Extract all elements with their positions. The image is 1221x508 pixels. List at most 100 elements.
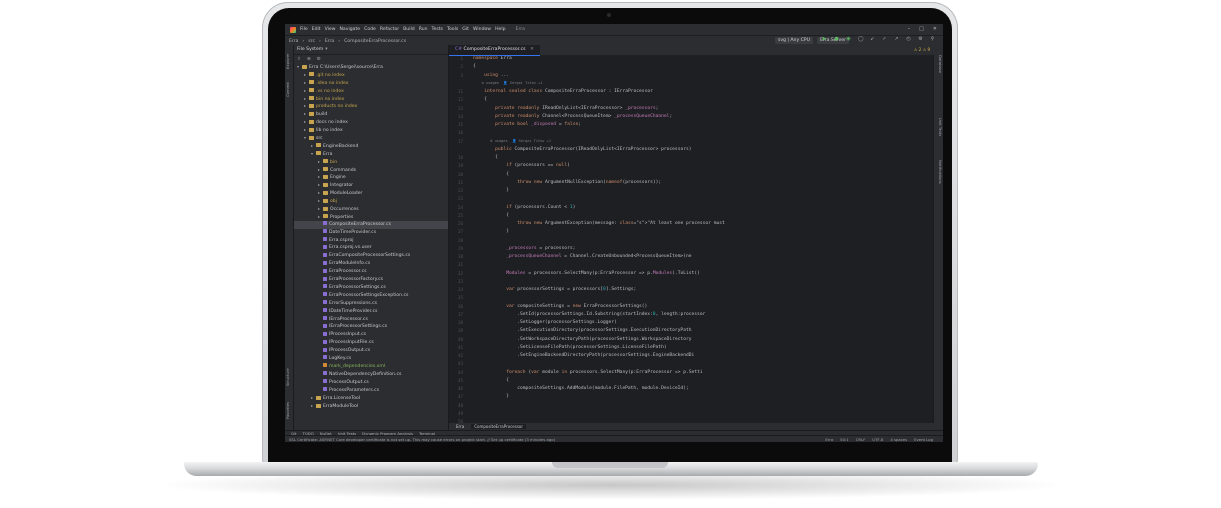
- status-caret[interactable]: 50:1: [840, 437, 849, 442]
- settings-icon[interactable]: ⚙: [918, 37, 923, 42]
- menu-git[interactable]: Git: [462, 27, 469, 32]
- tree-item[interactable]: ▸ products no index: [294, 102, 448, 110]
- commit-tool-button[interactable]: Commit: [285, 79, 293, 101]
- status-line-ending[interactable]: CRLF: [856, 437, 866, 442]
- tree-item[interactable]: ▸ bin no index: [294, 95, 448, 103]
- tree-item[interactable]: ▸ bin: [294, 158, 448, 166]
- history-icon[interactable]: ◴: [906, 37, 911, 42]
- explorer-tool-button[interactable]: Explorer: [285, 49, 293, 73]
- tree-item[interactable]: ProcessOutput.cs: [294, 379, 448, 387]
- tree-item[interactable]: IProcessInput.cs: [294, 331, 448, 339]
- tree-item[interactable]: ▸ build: [294, 110, 448, 118]
- tree-item[interactable]: ▸ .git no index: [294, 71, 448, 79]
- tree-item[interactable]: ▸ Erra.LicenseTool: [294, 394, 448, 402]
- search-icon[interactable]: ⚲: [930, 37, 935, 42]
- tree-item[interactable]: CompositeErraProcessor.cs: [294, 220, 448, 229]
- git-push-icon[interactable]: ↗: [894, 37, 899, 42]
- breadcrumb-project[interactable]: Erra: [325, 39, 334, 44]
- run-icon[interactable]: ▶: [822, 37, 827, 42]
- gear-icon[interactable]: ⚙: [317, 57, 321, 62]
- tree-item[interactable]: ▸ ModuleLoader: [294, 189, 448, 197]
- tree-item[interactable]: ErraCompositeProcessorSettings.cs: [294, 252, 448, 260]
- solution-config-select[interactable]: svg | Any CPU: [774, 37, 813, 44]
- tree-item[interactable]: ErraProcessor.cs: [294, 268, 448, 276]
- menu-navigate[interactable]: Navigate: [340, 27, 361, 32]
- breadcrumb-file[interactable]: CompositeErraProcessor.cs: [344, 39, 406, 44]
- debug-icon[interactable]: ●: [834, 37, 839, 42]
- tree-item[interactable]: IErraProcessorSettings.cs: [294, 323, 448, 331]
- breadcrumb-src[interactable]: src: [308, 39, 315, 44]
- menu-view[interactable]: View: [325, 27, 336, 32]
- favorites-tool-button[interactable]: Favorites: [285, 397, 293, 423]
- menu-window[interactable]: Window: [473, 27, 491, 32]
- profile-icon[interactable]: ◯: [858, 37, 864, 42]
- tree-item[interactable]: ErraProcessorFactory.cs: [294, 276, 448, 284]
- tree-item[interactable]: ▸ .vs no index: [294, 87, 448, 95]
- unit-tests-tool-button[interactable]: Unit Tests: [934, 115, 943, 139]
- tree-item[interactable]: mark_dependencies.xml: [294, 363, 448, 371]
- tree-item[interactable]: NativeDependencyDefinition.cs: [294, 371, 448, 379]
- minimize-icon[interactable]: –: [908, 26, 911, 32]
- tree-item[interactable]: IDateTimeProvider.cs: [294, 308, 448, 316]
- tree-item[interactable]: LogKey.cs: [294, 355, 448, 363]
- git-update-icon[interactable]: ↙: [870, 37, 875, 42]
- locate-icon[interactable]: ⊕: [307, 57, 311, 62]
- tree-item[interactable]: IErraProcessor.cs: [294, 316, 448, 324]
- menu-code[interactable]: Code: [364, 27, 376, 32]
- tree-item[interactable]: ▸ EngineBackend: [294, 142, 448, 150]
- tree-item[interactable]: DateTimeProvider.cs: [294, 229, 448, 237]
- tree-item[interactable]: ▸ .idea no index: [294, 79, 448, 87]
- menu-file[interactable]: File: [300, 27, 308, 32]
- status-encoding[interactable]: UTF-8: [872, 437, 883, 442]
- breadcrumb-root[interactable]: Erra: [289, 39, 298, 44]
- close-icon[interactable]: ✕: [933, 26, 937, 32]
- menu-run[interactable]: Run: [419, 27, 428, 32]
- coverage-icon[interactable]: ◉: [846, 37, 851, 42]
- tree-item[interactable]: ▾ Erra: [294, 150, 448, 158]
- chevron-down-icon[interactable]: ▾: [325, 47, 327, 52]
- breadcrumb-class[interactable]: CompositeErraProcessor: [471, 424, 527, 429]
- tree-item[interactable]: IProcessOutput.cs: [294, 347, 448, 355]
- problems-indicator[interactable]: ⚠ 2 ⚠ 9: [914, 47, 930, 52]
- tree-item[interactable]: IProcessInputFile.cs: [294, 339, 448, 347]
- database-tool-button[interactable]: Database: [934, 49, 943, 79]
- menu-tests[interactable]: Tests: [432, 27, 443, 32]
- tree-item[interactable]: ▸ lib no index: [294, 126, 448, 134]
- tree-item[interactable]: ErraProcessorSettingsException.cs: [294, 292, 448, 300]
- tree-item[interactable]: ▾ src: [294, 134, 448, 142]
- status-message[interactable]: SSL Certificate: ASP.NET Core developer …: [289, 437, 555, 442]
- menu-edit[interactable]: Edit: [312, 27, 321, 32]
- tree-item[interactable]: ▸ Occurrences: [294, 205, 448, 213]
- tree-item[interactable]: ▸ docs no index: [294, 118, 448, 126]
- structure-tool-button[interactable]: Structure: [285, 365, 293, 389]
- code-editor[interactable]: namespace Erra { using ... ⚙ usages 👤 Ser…: [473, 56, 933, 430]
- collapse-all-icon[interactable]: ⇧: [297, 57, 301, 62]
- status-indent[interactable]: 4 spaces: [890, 437, 907, 442]
- tree-item[interactable]: Erra.csproj.vs.user: [294, 244, 448, 252]
- tree-item[interactable]: ▸ Properties: [294, 213, 448, 221]
- tree-item[interactable]: ▸ obj: [294, 197, 448, 205]
- git-commit-icon[interactable]: ✓: [882, 37, 887, 42]
- menu-refactor[interactable]: Refactor: [380, 27, 399, 32]
- tree-item[interactable]: ErraModuleInfo.cs: [294, 260, 448, 268]
- tree-item[interactable]: ErrorSuppressions.cs: [294, 300, 448, 308]
- notifications-tool-button[interactable]: Notifications: [934, 155, 943, 189]
- tree-item[interactable]: ProcessParameters.cs: [294, 387, 448, 395]
- tree-item[interactable]: ▸ Commands: [294, 166, 448, 174]
- maximize-icon[interactable]: □: [919, 26, 924, 32]
- tree-item[interactable]: Erra.csproj: [294, 237, 448, 245]
- menu-tools[interactable]: Tools: [447, 27, 458, 32]
- menu-build[interactable]: Build: [403, 27, 415, 32]
- tree-item[interactable]: ErraProcessorSettings.cs: [294, 284, 448, 292]
- menu-help[interactable]: Help: [495, 27, 505, 32]
- tree-item[interactable]: ▸ Engine: [294, 173, 448, 181]
- editor-tab-active[interactable]: C# CompositeErraProcessor.cs ✕: [449, 45, 540, 56]
- tree-item[interactable]: ▸ Integrator: [294, 181, 448, 189]
- tab-close-icon[interactable]: ✕: [530, 47, 534, 52]
- breadcrumb-namespace[interactable]: Erra: [453, 424, 467, 429]
- status-project[interactable]: Erra: [825, 437, 833, 442]
- status-event-log[interactable]: Event Log: [914, 437, 933, 442]
- project-view-select[interactable]: File System: [297, 47, 323, 52]
- tree-item[interactable]: ▸ ErraModuleTool: [294, 402, 448, 410]
- tree-item[interactable]: ▾ Erra C:\Users\Sergei\source\Erra: [294, 63, 448, 71]
